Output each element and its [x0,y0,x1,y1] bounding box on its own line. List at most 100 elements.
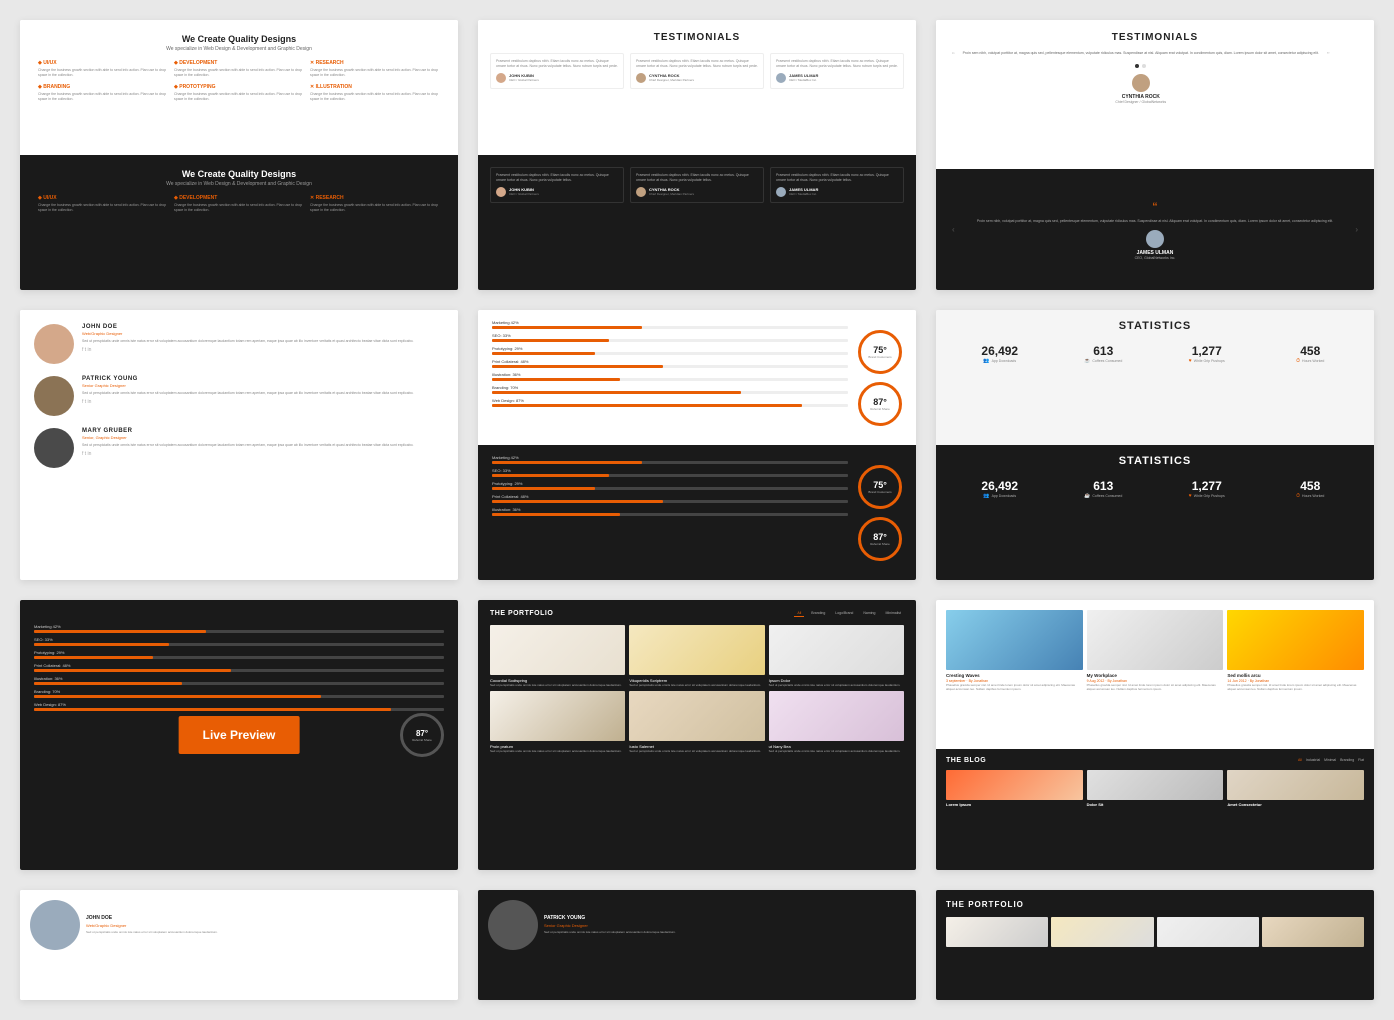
card7-skills: Marketing 42% SEO: 33% Prototyping: 29% … [34,614,444,711]
author-dark-role-3: CEO / MediaBox Inc. [789,192,818,196]
skill-web-bg [492,404,848,407]
blog-bottom-item-3: Amet Consectetur [1227,770,1364,807]
portfolio-title: THE PORTFOLIO [490,610,553,617]
skill-dark-seo-label: SEO: 33% [492,468,848,473]
blog-post-text-1: Phasellus gravida semper nisl. Id amet l… [946,683,1083,691]
blog-tab-all[interactable]: All [1298,758,1302,762]
skill-marketing: Marketing 42% [492,320,848,329]
author-info-3: JAMES ULMAR CEO / MediaBox Inc. [789,73,818,82]
portfolio-img-1 [490,625,625,675]
skills-dark-list: Marketing 42% SEO: 33% Prototyping: 29% … [492,455,848,570]
card7-skill-marketing-bar [34,630,206,633]
portfolio-tab-naming[interactable]: Naming [860,610,878,617]
portfolio-tab-branding[interactable]: Branding [808,610,828,617]
live-preview-button[interactable]: Live Preview [179,716,300,754]
card7-skill-proto: Prototyping: 29% [34,650,444,659]
testimonials-dark-row: Praesent vestibulum dapibus nibh. Etiam … [490,167,904,203]
skill-dark-marketing-bg [492,461,848,464]
portfolio-tab-logo[interactable]: Logo/Brand [832,610,856,617]
skill-print-label: Print Collateral: 48% [492,359,848,364]
card3-author-role: Chief Designer / GlobalNetworks [963,100,1319,104]
portfolio-tab-all[interactable]: All [794,610,804,617]
blog-post-text-3: Phasellus gravida semper nisl. Id amet l… [1227,683,1364,691]
nav-next-icon[interactable]: › [1355,225,1358,234]
stat-dark-downloads-number: 26,492 [950,479,1050,493]
avatar-dark-2 [636,187,646,197]
stat-dark-87-label: Referral Share [870,542,890,546]
card1-dark-title: We Create Quality Designs [38,169,440,179]
bottom-1-role: Web/Graphic Designer [86,923,218,928]
blog-post-title-3: Sed mollis arcu [1227,673,1364,678]
skill-dark-proto-bg [492,487,848,490]
card7-skill-illus: Illustration: 36% [34,676,444,685]
skill-dark-seo-bg [492,474,848,477]
bottom-2-name: PATRICK YOUNG [544,915,676,921]
blog-tab-industrial[interactable]: Industrial [1306,758,1320,762]
skill-brand-label: Branding: 70% [492,385,848,390]
service-dark-uiux-text: Change the business growth section with … [38,203,168,213]
portfolio-item-6: ut Nany Bea Sed ut perspiciatis unde omn… [769,691,904,753]
card7-skill-illus-label: Illustration: 36% [34,676,444,681]
skill-proto: Prototyping: 29% [492,346,848,355]
card-bottom-3-inner: THE PORTFOLIO [936,890,1374,1000]
blog-tab-flat[interactable]: Flat [1358,758,1364,762]
stat-dark-hours: 458 ⏱ Hours Worked [1261,479,1361,499]
card3-dark-quote: Proin sem nibh, volutpat porttitor at, m… [955,219,1356,224]
stat-87-number: 87° [873,397,887,407]
card7-skill-web: Web Design: 87% [34,702,444,711]
portfolio-item-4: Proin pratum Sed ut perspiciatis unde om… [490,691,625,753]
portfolio-img-3 [769,625,904,675]
card6-light: STATISTICS 26,492 👥 App Downloads 613 ☕ … [936,310,1374,445]
testimonial-dark-3: Praesent vestibulum dapibus nibh. Etiam … [770,167,904,203]
bottom-1-name: JOHN DOE [86,915,218,921]
card1-inner: We Create Quality Designs We specialize … [20,20,458,290]
testimonial-dark-3-author: JAMES ULMAR CEO / MediaBox Inc. [776,187,898,197]
coffee-icon: ☕ [1084,358,1090,364]
card7-skill-print-bg [34,669,444,672]
card4-inner: JOHN DOE Web/Graphic Designer Sed ut per… [20,310,458,494]
blog-tab-branding[interactable]: Branding [1340,758,1354,762]
author-role-3: CEO / MediaBox Inc. [789,78,818,82]
team-social-3: f t in [82,451,444,457]
stat-coffees-icon-row: ☕ Coffees Consumed [1054,358,1154,364]
blog-tab-minimal[interactable]: Minimal [1324,758,1336,762]
blog-bottom-img-3 [1227,770,1364,800]
blog-post-text-2: Phasellus gravida semper nisl. Id amet l… [1087,683,1224,691]
card7-skill-web-bar [34,708,391,711]
skill-seo-bg [492,339,848,342]
card7-skill-seo: SEO: 33% [34,637,444,646]
bottom-2-role: Senior Graphic Designer [544,923,676,928]
service-uiux: ◆ UI/UX Change the business growth secti… [38,60,168,78]
card7-skill-print-label: Print Collateral: 48% [34,663,444,668]
skill-dark-proto-label: Prototyping: 29% [492,481,848,486]
stat-dark-coffees-row: ☕ Coffees Consumed [1054,493,1154,499]
testimonial-light-3: Praesent vestibulum dapibus nibh. Etiam … [770,53,904,89]
testimonial-light-3-text: Praesent vestibulum dapibus nibh. Etiam … [776,59,898,69]
quote-left-icon: “ [952,51,955,60]
stats-title-light: STATISTICS [950,320,1360,332]
stats-circles-light: 75° Brand Customers 87° Referral Share [858,320,902,435]
card-team: JOHN DOE Web/Graphic Designer Sed ut per… [20,310,458,580]
portfolio-tab-minimal[interactable]: Minimalist [882,610,904,617]
card7-skill-proto-bg [34,656,444,659]
skill-seo-bar [492,339,609,342]
team-social-2: f t in [82,399,444,405]
card7-dark-stats: Marketing 42% SEO: 33% Prototyping: 29% … [20,600,458,870]
team-bio-3: Sed ut perspiciatis unde omnis iste natu… [82,443,444,448]
bottom-1-text: JOHN DOE Web/Graphic Designer Sed ut per… [86,915,218,934]
card-live-preview: Marketing 42% SEO: 33% Prototyping: 29% … [20,600,458,870]
card3-dots [963,64,1319,68]
card7-stat-number: 87° [416,729,428,738]
blog-bottom-item-title-1: Lorem Ipsum [946,802,1083,807]
stat-downloads-desc: App Downloads [992,359,1017,363]
card-bottom-1-inner: JOHN DOE Web/Graphic Designer Sed ut per… [20,890,458,1000]
bottom-3-title: THE PORTFOLIO [946,900,1364,909]
stat-circle-75-dark: 75° Brand Customers [858,465,902,509]
card-quality-designs: We Create Quality Designs We specialize … [20,20,458,290]
service-dark-research-text: Change the business growth section with … [310,203,440,213]
service-illus: ✕ ILLUSTRATION Change the business growt… [310,84,440,102]
service-dark-dev-title: ◆ DEVELOPMENT [174,195,304,201]
stat-dark-coffees-number: 613 [1054,479,1154,493]
author-dark-info-1: JOHN KUBIN CEO / Global Partners [509,187,539,196]
service-dev-title: ◆ DEVELOPMENT [174,60,304,66]
